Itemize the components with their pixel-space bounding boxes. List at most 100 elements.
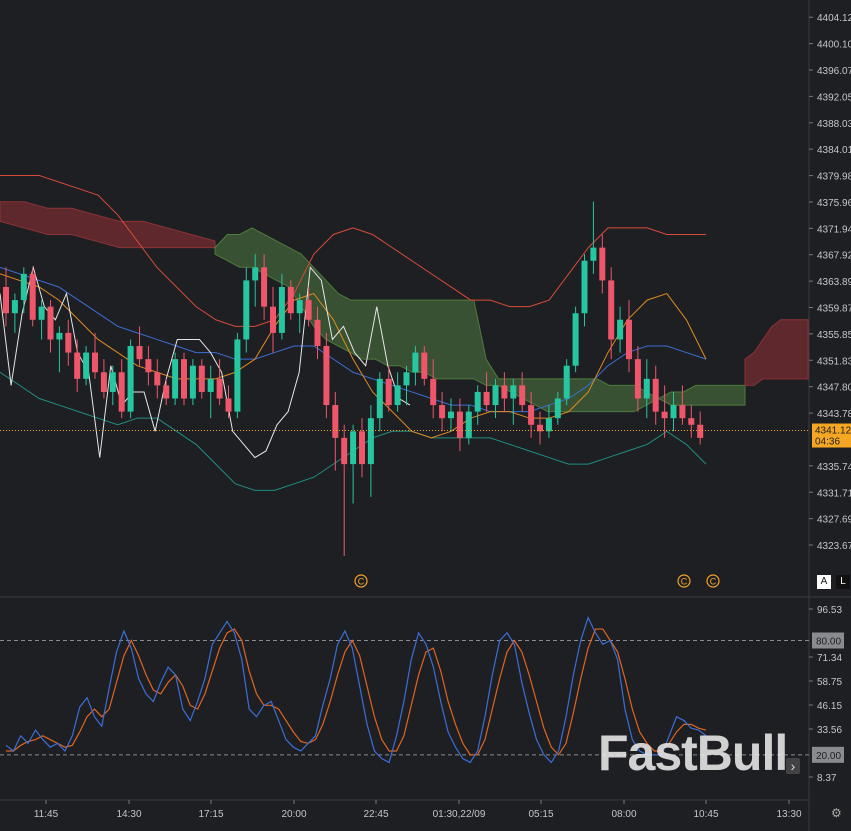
log-scale-button[interactable]: L — [836, 575, 850, 589]
candle-body — [65, 332, 72, 353]
osc-y-tick-label: 46.15 — [817, 701, 842, 712]
event-marker-label: C — [681, 577, 688, 587]
chart-canvas[interactable]: 4404.12 4400.10 4396.07 4392.05 4388.03 4384.… — [0, 0, 851, 831]
candle-body — [403, 372, 410, 386]
candle-body — [376, 378, 383, 419]
candle-body — [652, 378, 659, 412]
candle-body — [56, 332, 63, 340]
candle-body — [679, 405, 686, 419]
candle-body — [492, 385, 499, 406]
x-tick-label: 11:45 — [34, 809, 59, 820]
ichimoku-cloud-bull — [214, 227, 746, 413]
candle-body — [448, 411, 454, 419]
candle-body — [581, 260, 588, 314]
countdown-label: 04:36 — [815, 437, 840, 448]
candle-body — [528, 405, 535, 425]
candle-body — [350, 431, 357, 465]
candle-body — [181, 359, 187, 399]
candle-body — [92, 352, 98, 373]
candle-body — [563, 365, 570, 399]
candle-body — [154, 372, 161, 386]
candle-body — [412, 352, 419, 373]
candle-body — [20, 273, 27, 301]
candle-body — [688, 418, 695, 425]
y-tick-label: 4363.89 — [817, 277, 851, 288]
x-tick-label: 13:30 — [776, 809, 801, 820]
osc-y-tick-label: 33.56 — [817, 725, 842, 736]
y-tick-label: 4327.69 — [817, 515, 851, 526]
event-marker-label: C — [710, 577, 717, 587]
chevron-right-icon[interactable]: › — [786, 758, 800, 774]
candle-body — [430, 378, 437, 406]
event-marker-label: C — [358, 577, 365, 587]
candle-body — [47, 306, 54, 340]
x-tick-label: 05:15 — [528, 809, 553, 820]
y-tick-label: 4384.01 — [817, 145, 851, 156]
x-tick-label: 20:00 — [281, 809, 306, 820]
x-tick-label: 08:00 — [611, 809, 636, 820]
candle-body — [100, 372, 107, 392]
candle-body — [510, 385, 517, 399]
candle-body — [270, 306, 276, 333]
candle-body — [198, 365, 205, 392]
candle-body — [332, 405, 339, 438]
y-tick-label: 4331.71 — [817, 488, 851, 499]
candle-body — [697, 424, 704, 438]
candle-body — [323, 346, 330, 406]
y-tick-label: 4388.03 — [817, 119, 851, 130]
candle-body — [234, 339, 241, 412]
candle-body — [643, 378, 650, 399]
candle-body — [287, 286, 294, 314]
osc-y-tick-label: 58.75 — [817, 677, 842, 688]
candle-body — [626, 319, 632, 360]
candle-body — [572, 313, 579, 366]
candle-body — [3, 286, 9, 314]
y-tick-label: 4392.05 — [817, 92, 851, 103]
auto-scale-button[interactable]: A — [817, 575, 831, 589]
candle-body — [163, 385, 170, 399]
candle-body — [296, 300, 303, 314]
candle-body — [367, 418, 374, 465]
candle-body — [501, 385, 508, 399]
y-tick-label: 4396.07 — [817, 66, 851, 77]
candle-body — [634, 359, 641, 399]
candle-body — [38, 306, 45, 320]
candle-body — [74, 352, 81, 379]
x-tick-label: 22:45 — [363, 809, 388, 820]
candle-body — [145, 359, 152, 373]
candle-body — [519, 385, 526, 406]
candle-body — [554, 398, 561, 419]
candle-body — [359, 431, 365, 465]
y-tick-label: 4371.94 — [817, 224, 851, 235]
osc-reference-label: 80.00 — [816, 637, 841, 648]
chart-root: { "colors": { "background": "#1e1f23", "… — [0, 0, 851, 831]
gear-icon[interactable]: ⚙ — [831, 806, 842, 820]
candle-body — [314, 319, 321, 347]
candle-body — [127, 346, 134, 412]
x-tick-label: 14:30 — [116, 809, 141, 820]
candle-body — [394, 385, 401, 406]
candle-body — [29, 273, 36, 320]
y-tick-label: 4375.96 — [817, 198, 851, 209]
candle-body — [278, 286, 285, 333]
candle-body — [216, 378, 223, 399]
ichimoku-cloud-bear — [0, 201, 216, 249]
candle-body — [590, 247, 597, 261]
osc-y-tick-label: 8.37 — [817, 773, 837, 784]
candle-body — [661, 411, 668, 419]
candle-body — [599, 247, 606, 281]
y-tick-label: 4351.83 — [817, 356, 851, 367]
candle-body — [305, 300, 312, 320]
candle-body — [439, 405, 446, 419]
y-tick-label: 4343.78 — [817, 409, 851, 420]
candle-body — [341, 437, 348, 465]
fastbull-watermark: FastBull — [598, 725, 788, 781]
candle-body — [385, 378, 392, 406]
candle-body — [421, 352, 428, 379]
candle-body — [456, 411, 463, 438]
y-tick-label: 4355.85 — [817, 330, 851, 341]
y-tick-label: 4400.10 — [817, 40, 851, 51]
white-indicator-line — [0, 265, 411, 459]
candle-body — [172, 359, 179, 399]
y-tick-label: 4323.67 — [817, 541, 851, 552]
